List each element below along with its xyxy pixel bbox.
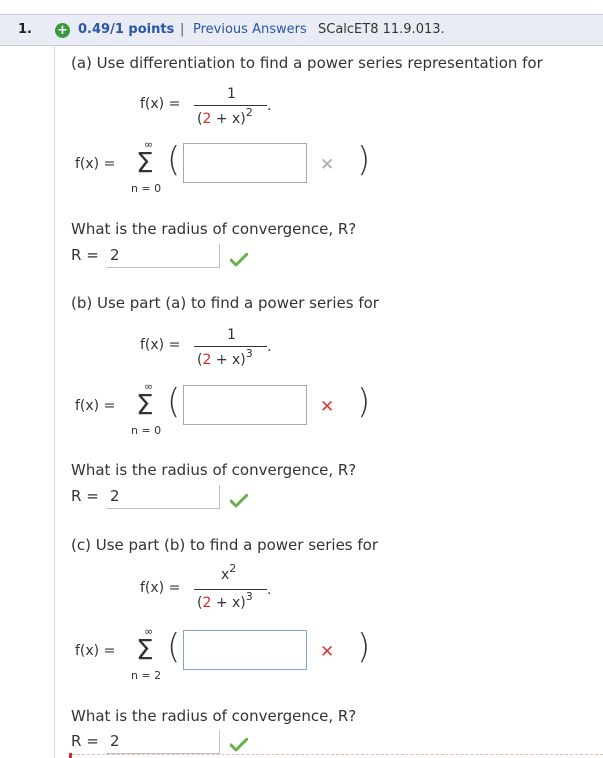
part-b-radius-input[interactable]: 2	[106, 485, 220, 509]
x-mark-icon: ✕	[320, 397, 335, 417]
part-c-close-paren: )	[357, 627, 371, 667]
part-a-prompt: (a) Use differentiation to find a power …	[71, 54, 543, 72]
part-b-sigma: Σ	[136, 388, 154, 421]
x-mark-icon: ✕	[320, 642, 335, 662]
part-a-r-label: R =	[71, 246, 99, 264]
part-a-function-label: f(x) =	[140, 96, 181, 112]
question-source: SCalcET8 11.9.013.	[318, 22, 445, 37]
part-c-function-label: f(x) =	[140, 580, 181, 596]
question-header: 1. + 0.49/1 points | Previous Answers SC…	[0, 14, 603, 46]
part-b-prompt: (b) Use part (a) to find a power series …	[71, 294, 379, 312]
part-c-radius-input[interactable]: 2	[106, 730, 220, 754]
part-a-fraction-bar	[194, 105, 267, 106]
part-c-open-paren: (	[167, 627, 181, 667]
plus-circle-icon[interactable]: +	[55, 23, 70, 38]
part-c-fraction-bar	[194, 589, 267, 590]
part-c-numerator: x2	[221, 562, 237, 583]
part-a-open-paren: (	[167, 140, 181, 180]
part-c-prompt: (c) Use part (b) to find a power series …	[71, 536, 379, 554]
part-a-numerator: 1	[227, 86, 236, 102]
part-c-denominator: (2 + x)3	[197, 590, 253, 611]
part-b-r-label: R =	[71, 487, 99, 505]
part-b-series-label: f(x) =	[75, 398, 116, 414]
part-b-numerator: 1	[227, 327, 236, 343]
checkmark-icon	[230, 738, 248, 752]
part-a-series-label: f(x) =	[75, 156, 116, 172]
x-mark-icon: ✕	[320, 155, 335, 175]
question-left-border	[54, 46, 55, 758]
part-b-close-paren: )	[357, 382, 371, 422]
dashed-divider	[72, 754, 603, 755]
question-number: 1.	[18, 22, 32, 37]
part-b-function-label: f(x) =	[140, 337, 181, 353]
part-c-r-label: R =	[71, 732, 99, 750]
part-b-denominator: (2 + x)3	[197, 347, 253, 368]
part-c-radius-question: What is the radius of convergence, R?	[71, 707, 357, 725]
checkmark-icon	[230, 494, 248, 508]
part-c-period: .	[267, 582, 272, 598]
part-a-answer-input[interactable]	[183, 143, 307, 183]
points-score: 0.49/1 points	[78, 22, 175, 37]
part-a-period: .	[267, 98, 272, 114]
part-b-open-paren: (	[167, 382, 181, 422]
part-b-answer-input[interactable]	[183, 385, 307, 425]
part-a-radius-input[interactable]: 2	[106, 244, 220, 268]
part-c-lower-limit: n = 2	[131, 669, 162, 682]
part-c-series-label: f(x) =	[75, 643, 116, 659]
part-b-period: .	[267, 339, 272, 355]
part-b-lower-limit: n = 0	[131, 424, 162, 437]
part-a-close-paren: )	[357, 140, 371, 180]
part-a-lower-limit: n = 0	[131, 182, 162, 195]
part-b-fraction-bar	[194, 346, 267, 347]
previous-answers-link[interactable]: Previous Answers	[193, 22, 307, 37]
part-a-radius-question: What is the radius of convergence, R?	[71, 220, 357, 238]
part-c-answer-input[interactable]	[183, 630, 307, 670]
checkmark-icon	[230, 253, 248, 267]
part-b-radius-question: What is the radius of convergence, R?	[71, 461, 357, 479]
part-c-sigma: Σ	[136, 633, 154, 666]
part-a-sigma: Σ	[136, 146, 154, 179]
part-a-denominator: (2 + x)2	[197, 106, 253, 127]
header-separator: |	[180, 22, 185, 37]
